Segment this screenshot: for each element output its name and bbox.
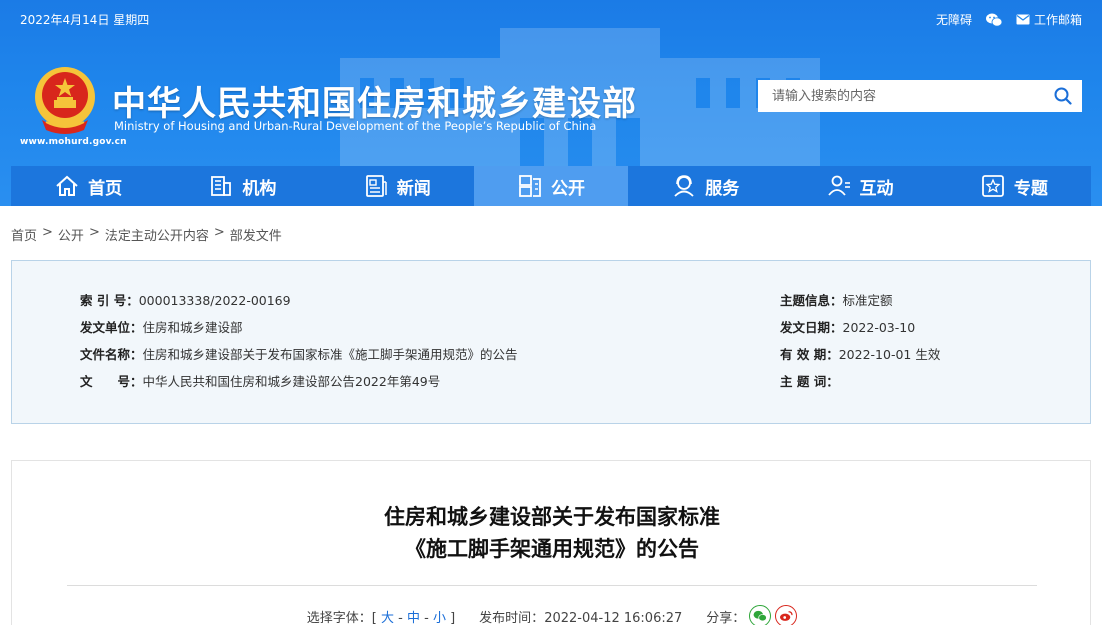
breadcrumb: 首页 > 公开 > 法定主动公开内容 > 部发文件 [11,225,282,244]
font-size-label: 选择字体：[ [306,610,377,625]
nav-label-home: 首页 [88,178,123,199]
site-url: www.mohurd.gov.cn [20,137,127,147]
share-bar: 分享： [706,605,798,625]
search-input[interactable] [758,80,1044,112]
news-icon [365,175,387,197]
info-issuer: 发文单位：住房和城乡建设部 [80,317,243,336]
info-docname-value: 住房和城乡建设部关于发布国家标准《施工脚手架通用规范》的公告 [142,347,518,362]
breadcrumb-public[interactable]: 公开 [58,225,84,244]
info-docno-key: 文 号： [80,374,143,389]
breadcrumb-separator: > [213,225,225,240]
publish-time: 发布时间：2022-04-12 16:06:27 [479,607,682,625]
font-size-large[interactable]: 大 [381,611,394,625]
site-header: 2022年4月14日 星期四 无障碍 工作邮箱 www.mohurd.gov.c… [0,0,1102,206]
nav-label-topics: 专题 [1013,178,1048,199]
info-docno: 文 号：中华人民共和国住房和城乡建设部公告2022年第49号 [80,371,440,390]
info-docno-value: 中华人民共和国住房和城乡建设部公告2022年第49号 [142,374,441,389]
star-icon [981,175,1004,197]
font-size-dash: - [424,610,429,625]
site-title[interactable]: 中华人民共和国住房和城乡建设部 [112,76,637,125]
mail-label: 工作邮箱 [1033,13,1082,27]
service-icon [674,175,694,197]
wechat-icon [985,13,1002,27]
font-size-end: ] [450,610,456,625]
share-label: 分享： [706,610,746,625]
info-topic-value: 标准定额 [842,293,893,308]
search-box [758,80,1082,112]
font-size-small[interactable]: 小 [433,611,446,625]
info-validity-value: 2022-10-01 生效 [838,347,941,362]
document-icon [519,175,541,197]
info-validity: 有 效 期：2022-10-01 生效 [780,344,940,363]
share-wechat-button[interactable] [749,605,772,625]
nav-item-organization[interactable]: 机构 [165,166,319,206]
info-date-value: 2022-03-10 [842,320,916,335]
info-date-key: 发文日期： [780,320,843,335]
wechat-icon [753,610,768,622]
building-icon [211,176,232,196]
article-panel: 住房和城乡建设部关于发布国家标准 《施工脚手架通用规范》的公告 选择字体：[ 大… [11,460,1091,625]
national-emblem-icon [35,67,95,134]
current-date: 2022年4月14日 星期四 [20,13,150,27]
nav-item-news[interactable]: 新闻 [320,166,474,206]
nav-item-topics[interactable]: 专题 [937,166,1091,206]
breadcrumb-home[interactable]: 首页 [11,225,37,244]
info-issuer-value: 住房和城乡建设部 [142,320,243,335]
mail-link[interactable]: 工作邮箱 [1016,11,1082,28]
weibo-icon [780,611,793,621]
breadcrumb-legal-disclosure[interactable]: 法定主动公开内容 [105,225,209,244]
info-index-key: 索 引 号： [80,293,139,308]
people-icon [827,175,850,196]
info-index: 索 引 号：000013338/2022-00169 [80,290,291,309]
info-validity-key: 有 效 期： [780,347,839,362]
publish-time-label: 发布时间： [479,610,545,625]
nav-label-public: 公开 [550,178,585,199]
article-title-line2: 《施工脚手架通用规范》的公告 [405,537,699,561]
info-date: 发文日期：2022-03-10 [780,317,915,336]
breadcrumb-ministry-documents[interactable]: 部发文件 [230,225,282,244]
mail-icon [1016,14,1030,25]
info-keywords: 主 题 词： [780,371,839,390]
info-topic-key: 主题信息： [780,293,843,308]
share-weibo-button[interactable] [775,605,798,625]
site-subtitle: Ministry of Housing and Urban-Rural Deve… [114,119,597,133]
breadcrumb-separator: > [88,225,100,240]
font-size-selector: 选择字体：[ 大 - 中 - 小 ] [307,607,455,625]
search-button[interactable] [1044,80,1082,112]
wechat-link[interactable] [985,13,1002,27]
search-icon [1054,87,1072,105]
accessibility-link[interactable]: 无障碍 [936,11,972,28]
document-info-box: 索 引 号：000013338/2022-00169 发文单位：住房和城乡建设部… [11,260,1091,424]
nav-item-interaction[interactable]: 互动 [782,166,936,206]
article-divider [67,585,1037,586]
nav-label-news: 新闻 [396,178,431,199]
nav-item-service[interactable]: 服务 [628,166,782,206]
home-icon [56,175,78,196]
info-topic: 主题信息：标准定额 [780,290,893,309]
nav-label-organization: 机构 [242,178,277,199]
info-docname-key: 文件名称： [80,347,143,362]
nav-item-home[interactable]: 首页 [11,166,165,206]
nav-label-service: 服务 [705,178,740,199]
publish-time-value: 2022-04-12 16:06:27 [544,610,683,625]
article-title-line1: 住房和城乡建设部关于发布国家标准 [384,505,720,529]
breadcrumb-separator: > [42,225,53,240]
info-docname: 文件名称：住房和城乡建设部关于发布国家标准《施工脚手架通用规范》的公告 [80,344,518,363]
article-meta: 选择字体：[ 大 - 中 - 小 ] 发布时间：2022-04-12 16:06… [12,605,1092,625]
font-size-medium[interactable]: 中 [407,611,420,625]
nav-item-public[interactable]: 公开 [473,166,629,206]
font-size-dash: - [398,610,403,625]
info-issuer-key: 发文单位： [80,320,143,335]
main-nav: 首页 机构 新闻 公开 服务 互动 专题 [11,166,1091,206]
nav-label-interaction: 互动 [859,178,894,199]
info-keywords-key: 主 题 词： [780,374,839,389]
info-index-value: 000013338/2022-00169 [138,293,291,308]
topbar-links: 无障碍 工作邮箱 [936,11,1082,28]
